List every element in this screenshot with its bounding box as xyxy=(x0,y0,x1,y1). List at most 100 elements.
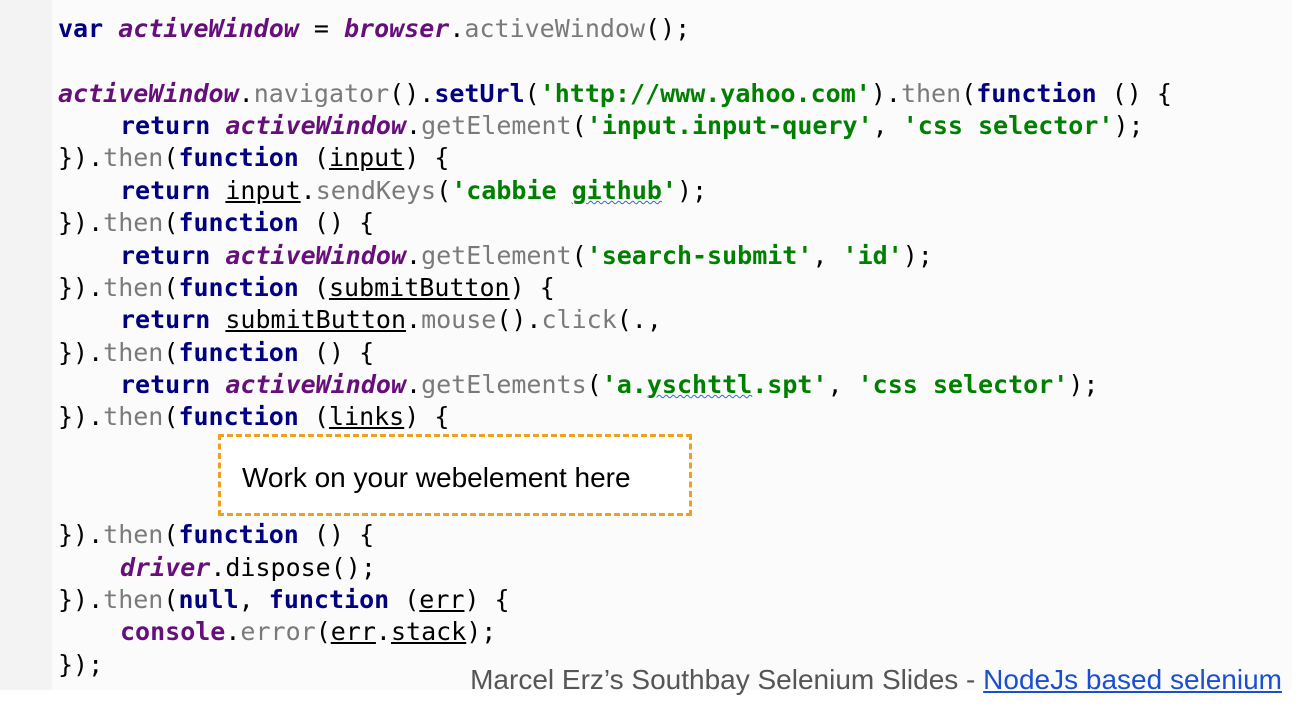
punctuation: (., xyxy=(616,305,662,334)
parameter: submitButton xyxy=(328,273,510,302)
punctuation: ( xyxy=(163,520,179,549)
punctuation: (); xyxy=(330,553,376,582)
punctuation: ); xyxy=(466,617,497,646)
punctuation: (); xyxy=(645,14,691,43)
punctuation: ) { xyxy=(464,585,510,614)
string-literal: 'cabbie xyxy=(451,176,572,205)
keyword: var xyxy=(58,14,104,43)
punctuation: . xyxy=(375,617,391,646)
code-line-1: var activeWindow = browser.activeWindow(… xyxy=(58,14,690,44)
method: then xyxy=(103,143,164,172)
code-line-13: }).then(function () { xyxy=(58,520,374,550)
punctuation: () { xyxy=(1096,79,1172,108)
string-literal: 'input.input-query' xyxy=(586,111,873,140)
punctuation: ( xyxy=(163,273,179,302)
string-literal: 'css selector' xyxy=(857,370,1069,399)
keyword: return xyxy=(120,111,211,140)
code-line-4: }).then(function (input) { xyxy=(58,143,449,173)
punctuation: }). xyxy=(58,143,104,172)
method: setUrl xyxy=(434,79,525,108)
keyword: function xyxy=(178,338,299,367)
parameter: err xyxy=(419,585,465,614)
parameter: err xyxy=(330,617,376,646)
code-line-3: return activeWindow.getElement('input.in… xyxy=(120,111,1144,141)
operator: = xyxy=(298,14,344,43)
placeholder-text: Work on your webelement here xyxy=(242,462,631,493)
keyword: function xyxy=(976,79,1097,108)
punctuation: . xyxy=(406,111,422,140)
punctuation: () { xyxy=(298,520,375,549)
property: stack xyxy=(390,617,467,646)
punctuation: ( xyxy=(163,585,179,614)
punctuation: ( xyxy=(163,402,179,431)
method: then xyxy=(103,402,164,431)
punctuation: }); xyxy=(58,650,104,679)
method: click xyxy=(541,305,617,334)
punctuation: () { xyxy=(298,208,375,237)
punctuation: ) { xyxy=(509,273,555,302)
code-line-2: activeWindow.navigator().setUrl('http://… xyxy=(58,79,1172,109)
keyword: return xyxy=(120,241,211,270)
method: then xyxy=(103,338,164,367)
method: getElement xyxy=(421,111,572,140)
punctuation: . xyxy=(406,370,422,399)
punctuation: . xyxy=(238,79,254,108)
code-editor: var activeWindow = browser.activeWindow(… xyxy=(52,0,1292,690)
method: then xyxy=(103,273,164,302)
punctuation: ( xyxy=(163,208,179,237)
parameter: submitButton xyxy=(225,305,406,334)
code-line-7: return activeWindow.getElement('search-s… xyxy=(120,241,933,271)
keyword: return xyxy=(120,176,211,205)
string-literal: 'id' xyxy=(842,241,903,270)
code-line-9: return submitButton.mouse().click(., xyxy=(120,305,662,335)
method: mouse xyxy=(421,305,497,334)
punctuation: ( xyxy=(571,241,587,270)
string-literal: github xyxy=(571,176,662,205)
punctuation: , xyxy=(872,111,903,140)
punctuation: . xyxy=(225,617,241,646)
punctuation: ); xyxy=(676,176,708,205)
code-line-16: console.error(err.stack); xyxy=(120,617,496,647)
editor-gutter xyxy=(0,0,52,690)
variable: activeWindow xyxy=(225,241,406,270)
method: getElement xyxy=(421,241,572,270)
keyword: function xyxy=(178,143,299,172)
string-literal: ' xyxy=(661,176,677,205)
punctuation: }). xyxy=(58,402,104,431)
parameter: input xyxy=(225,176,301,205)
punctuation: }). xyxy=(58,338,104,367)
punctuation: ( xyxy=(163,338,179,367)
slide-caption: Marcel Erz’s Southbay Selenium Slides - … xyxy=(470,660,1282,700)
keyword: function xyxy=(178,402,299,431)
string-literal: 'http://www.yahoo.com' xyxy=(539,79,871,108)
method: then xyxy=(103,585,164,614)
parameter: links xyxy=(328,402,405,431)
punctuation: ) { xyxy=(404,402,450,431)
punctuation: ); xyxy=(902,241,933,270)
parameter: input xyxy=(328,143,405,172)
variable: activeWindow xyxy=(225,111,406,140)
punctuation: ( xyxy=(524,79,540,108)
string-literal: yschttl xyxy=(646,370,753,399)
punctuation: . xyxy=(210,553,226,582)
punctuation: ( xyxy=(298,143,329,172)
punctuation: () { xyxy=(298,338,375,367)
code-line-5: return input.sendKeys('cabbie github'); xyxy=(120,176,707,206)
punctuation: }). xyxy=(58,208,104,237)
code-line-14: driver.dispose(); xyxy=(120,553,376,583)
punctuation: , xyxy=(812,241,843,270)
punctuation: ( xyxy=(298,402,329,431)
code-line-15: }).then(null, function (err) { xyxy=(58,585,510,615)
keyword: function xyxy=(178,520,299,549)
code-line-8: }).then(function (submitButton) { xyxy=(58,273,555,303)
method: then xyxy=(103,520,164,549)
punctuation: ( xyxy=(586,370,602,399)
method: sendKeys xyxy=(315,176,437,205)
keyword: function xyxy=(268,585,390,614)
punctuation: ) { xyxy=(404,143,450,172)
code-line-10: }).then(function () { xyxy=(58,338,374,368)
caption-link[interactable]: NodeJs based selenium xyxy=(983,664,1282,695)
punctuation: }). xyxy=(58,520,104,549)
method: navigator xyxy=(253,79,390,108)
punctuation: ( xyxy=(389,585,420,614)
